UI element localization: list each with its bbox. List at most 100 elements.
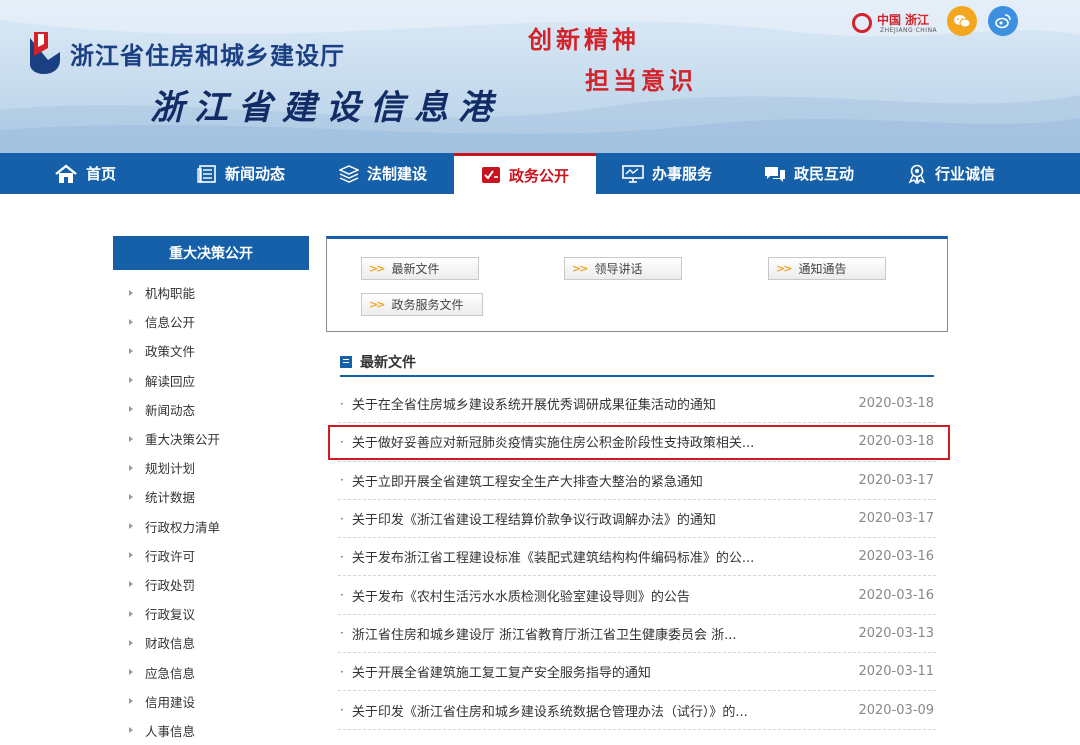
sidebar-item[interactable]: 行政复议 (113, 599, 309, 628)
sidebar-item[interactable]: 机构职能 (113, 278, 309, 307)
news-title[interactable]: 关于发布浙江省工程建设标准《装配式建筑结构构件编码标准》的公... (352, 547, 754, 566)
sidebar-item[interactable]: 行政许可 (113, 541, 309, 570)
bullet-dot-icon: · (340, 473, 344, 488)
caret-right-icon (129, 610, 133, 617)
section-heading: 最新文件 (340, 349, 934, 377)
nav-label: 政务公开 (508, 166, 569, 185)
sidebar-item[interactable]: 政策文件 (113, 336, 309, 365)
sidebar-item[interactable]: 重大决策公开 (113, 424, 309, 453)
sidebar-item[interactable]: 新闻动态 (113, 395, 309, 424)
china-zhejiang-badge[interactable]: 中国 浙江 ZHEJIANG·CHINA (852, 9, 938, 37)
slogan-innovation: 创新精神 (528, 25, 640, 54)
sidebar-item[interactable]: 信用建设 (113, 687, 309, 716)
news-date: 2020-03-16 (858, 549, 934, 565)
nav-label: 办事服务 (651, 165, 712, 183)
weibo-button[interactable] (988, 6, 1018, 36)
news-title[interactable]: 关于发布《农村生活污水水质检测化验室建设导则》的公告 (352, 586, 690, 605)
nav-item-credit[interactable]: 行业诚信 (880, 153, 1022, 194)
sidebar-item-label: 行政处罚 (145, 577, 196, 593)
sidebar-item[interactable]: 应急信息 (113, 657, 309, 686)
sidebar-list: 机构职能 信息公开 政策文件 解读回应 新闻动态 重大决策公开 规划计划 统计数… (113, 270, 309, 745)
sidebar-item-label: 财政信息 (145, 636, 196, 652)
sidebar-item[interactable]: 解读回应 (113, 366, 309, 395)
category-label: 政务服务文件 (391, 298, 464, 312)
news-item[interactable]: · 关于在全省住房城乡建设系统开展优秀调研成果征集活动的通知 2020-03-18 (338, 385, 936, 424)
caret-right-icon (129, 523, 133, 530)
nav-item-home[interactable]: 首页 (0, 153, 170, 194)
nav-item-interaction[interactable]: 政民互动 (738, 153, 880, 194)
badge-cn-text: 中国 浙江 (877, 13, 930, 27)
sidebar-item[interactable]: 统计数据 (113, 482, 309, 511)
category-label: 通知通告 (798, 262, 847, 276)
category-notices-button[interactable]: >> 通知通告 (768, 257, 886, 280)
sidebar-item[interactable]: 财政信息 (113, 628, 309, 657)
news-title[interactable]: 关于开展全省建筑施工复工复产安全服务指导的通知 (352, 662, 651, 681)
news-date: 2020-03-17 (858, 511, 934, 527)
news-list: · 关于在全省住房城乡建设系统开展优秀调研成果征集活动的通知 2020-03-18 … (338, 385, 936, 730)
news-item[interactable]: · 浙江省住房和城乡建设厅 浙江省教育厅浙江省卫生健康委员会 浙... 2020-0… (338, 615, 936, 654)
sidebar-item[interactable]: 信息公开 (113, 307, 309, 336)
caret-right-icon (129, 289, 133, 296)
sidebar-item[interactable]: 行政权力清单 (113, 512, 309, 541)
wechat-icon (954, 15, 971, 28)
news-item[interactable]: · 关于开展全省建筑施工复工复产安全服务指导的通知 2020-03-11 (338, 653, 936, 692)
news-date: 2020-03-11 (858, 664, 934, 680)
category-latest-files-button[interactable]: >> 最新文件 (361, 257, 479, 280)
category-box: >> 最新文件 >> 领导讲话 >> 通知通告 >> 政务服务文件 (326, 236, 948, 332)
document-icon (340, 356, 352, 368)
news-title[interactable]: 关于在全省住房城乡建设系统开展优秀调研成果征集活动的通知 (352, 394, 716, 413)
sidebar-title: 重大决策公开 (113, 236, 309, 270)
main-nav: 首页 新闻动态 法制建设 政务公开 办事服务 政民互动 行业诚信 (0, 153, 1080, 194)
category-service-files-button[interactable]: >> 政务服务文件 (361, 293, 483, 316)
news-title[interactable]: 关于印发《浙江省建设工程结算价款争议行政调解办法》的通知 (352, 509, 716, 528)
nav-item-news[interactable]: 新闻动态 (170, 153, 312, 194)
news-date: 2020-03-17 (858, 472, 934, 488)
zhejiang-logo-icon (852, 13, 872, 33)
news-title[interactable]: 关于做好妥善应对新冠肺炎疫情实施住房公积金阶段性支持政策相关... (352, 432, 754, 451)
sidebar-item-label: 人事信息 (145, 723, 196, 739)
news-date: 2020-03-16 (858, 587, 934, 603)
sidebar: 重大决策公开 机构职能 信息公开 政策文件 解读回应 新闻动态 重大决策公开 规… (113, 236, 309, 745)
sidebar-item[interactable]: 行政处罚 (113, 570, 309, 599)
news-item[interactable]: · 关于立即开展全省建筑工程安全生产大排查大整治的紧急通知 2020-03-17 (338, 462, 936, 500)
wechat-button[interactable] (947, 6, 977, 36)
sidebar-item[interactable]: 人事信息 (113, 716, 309, 745)
news-title[interactable]: 关于立即开展全省建筑工程安全生产大排查大整治的紧急通知 (352, 471, 703, 490)
news-item[interactable]: · 关于印发《浙江省住房和城乡建设系统数据仓管理办法（试行）》的... 2020-0… (338, 691, 936, 730)
sidebar-item-label: 新闻动态 (145, 402, 196, 418)
sidebar-item[interactable]: 规划计划 (113, 453, 309, 482)
news-item[interactable]: · 关于做好妥善应对新冠肺炎疫情实施住房公积金阶段性支持政策相关... 2020-0… (338, 423, 936, 462)
sidebar-item-label: 解读回应 (145, 373, 196, 389)
bullet-dot-icon: · (340, 626, 344, 641)
weibo-icon (995, 14, 1011, 29)
caret-right-icon (129, 639, 133, 646)
nav-item-services[interactable]: 办事服务 (596, 153, 738, 194)
sidebar-item-label: 统计数据 (145, 490, 196, 506)
nav-label: 新闻动态 (224, 165, 285, 183)
bullet-dot-icon: · (340, 434, 344, 449)
bullet-dot-icon: · (340, 664, 344, 679)
bullet-dot-icon: · (340, 396, 344, 411)
sidebar-item-label: 行政许可 (145, 548, 196, 564)
caret-right-icon (129, 698, 133, 705)
double-chevron-icon: >> (572, 262, 589, 275)
caret-right-icon (129, 318, 133, 325)
news-item[interactable]: · 关于印发《浙江省建设工程结算价款争议行政调解办法》的通知 2020-03-17 (338, 500, 936, 539)
news-date: 2020-03-18 (858, 434, 934, 450)
category-label: 最新文件 (391, 262, 440, 276)
nav-item-legal[interactable]: 法制建设 (312, 153, 454, 194)
sidebar-item-label: 信息公开 (145, 315, 196, 331)
news-title[interactable]: 关于印发《浙江省住房和城乡建设系统数据仓管理办法（试行）》的... (352, 701, 748, 720)
news-item[interactable]: · 关于发布浙江省工程建设标准《装配式建筑结构构件编码标准》的公... 2020-0… (338, 538, 936, 577)
layers-icon (338, 164, 359, 183)
sidebar-item-label: 应急信息 (145, 665, 196, 681)
bullet-dot-icon: · (340, 588, 344, 603)
category-leader-speeches-button[interactable]: >> 领导讲话 (564, 257, 682, 280)
bullet-dot-icon: · (340, 549, 344, 564)
news-title[interactable]: 浙江省住房和城乡建设厅 浙江省教育厅浙江省卫生健康委员会 浙... (352, 624, 737, 643)
nav-item-government-affairs[interactable]: 政务公开 (454, 153, 596, 194)
news-item[interactable]: · 关于发布《农村生活污水水质检测化验室建设导则》的公告 2020-03-16 (338, 576, 936, 615)
nav-label: 政民互动 (793, 165, 854, 183)
chat-icon (764, 165, 786, 183)
sidebar-item-label: 信用建设 (145, 694, 196, 710)
